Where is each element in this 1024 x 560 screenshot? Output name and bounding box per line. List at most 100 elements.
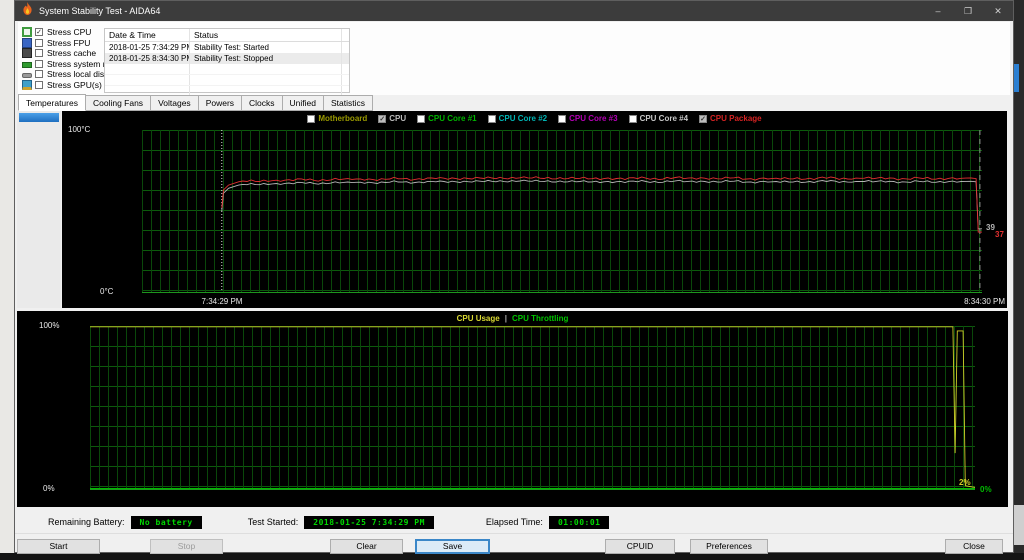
separator-line [15, 533, 1013, 534]
legend-item-cpu-core-3: CPU Core #3 [558, 114, 618, 123]
tabstrip: Temperatures Cooling Fans Voltages Powers Cl… [18, 94, 374, 111]
series-end-value-cpu: 39 [986, 222, 995, 232]
chart-canvas [90, 326, 976, 489]
tab-statistics[interactable]: Statistics [324, 95, 374, 111]
maximize-button[interactable]: ❐ [953, 1, 983, 21]
title-separator: | [504, 314, 507, 323]
tab-unified[interactable]: Unified [282, 95, 325, 111]
cell-spacer [342, 42, 349, 53]
desktop-light-block [1014, 505, 1024, 545]
log-table[interactable]: Date & Time Status 2018-01-25 7:34:29 PM St… [104, 28, 350, 108]
legend-label: CPU [389, 114, 407, 123]
series-title-cpu-throttling: CPU Throttling [511, 314, 569, 323]
cell-spacer [342, 53, 349, 64]
series-end-value-cpu-throttling: 0% [980, 484, 992, 494]
tab-cooling-fans[interactable]: Cooling Fans [85, 95, 152, 111]
table-row-empty [105, 75, 349, 86]
cell-spacer [342, 75, 349, 85]
desktop-blue-accent [1014, 64, 1019, 92]
save-button[interactable]: Save [415, 538, 490, 554]
stress-label: Stress GPU(s) [47, 79, 102, 90]
clear-button[interactable]: Clear [330, 538, 403, 554]
remaining-battery-label: Remaining Battery: [48, 517, 125, 527]
column-header-status: Status [190, 29, 342, 41]
legend-checkbox-cpu-core-3[interactable] [558, 114, 567, 123]
cache-icon [22, 48, 32, 59]
tab-powers[interactable]: Powers [198, 95, 243, 111]
stress-label: Stress local disks [47, 69, 113, 80]
test-started-label: Test Started: [247, 517, 299, 527]
checkbox-stress-local-disks[interactable] [35, 70, 43, 79]
minimize-button[interactable]: – [923, 1, 953, 21]
checkbox-stress-system-memory[interactable] [35, 59, 43, 68]
elapsed-time-label: Elapsed Time: [485, 517, 543, 527]
legend-label: CPU Package [710, 114, 762, 123]
tab-temperatures[interactable]: Temperatures [18, 94, 86, 111]
temperature-plot: 39 37 [142, 130, 1004, 293]
legend-label: CPU Core #1 [428, 114, 477, 123]
table-row[interactable]: 2018-01-25 7:34:29 PM Stability Test: Sta… [105, 42, 349, 53]
fpu-icon [22, 37, 32, 48]
cpu-usage-plot: 2% 0% [90, 326, 992, 494]
taskbar [0, 553, 1024, 560]
y-axis-max-label: 100°C [68, 125, 91, 134]
x-tick-end: 8:34:30 PM [964, 297, 1005, 306]
y-axis-min-label: 0°C [100, 287, 114, 296]
tab-voltages[interactable]: Voltages [151, 95, 199, 111]
cell-datetime [105, 64, 190, 74]
checkbox-stress-gpu-s[interactable] [35, 80, 43, 89]
button-row: Start Stop Clear Save CPUID Preferences Close [15, 538, 1013, 554]
legend-item-cpu-package: CPU Package [699, 114, 762, 123]
titlebar[interactable]: System Stability Test - AIDA64 – ❐ ✕ [15, 1, 1013, 21]
legend-checkbox-cpu-core-2[interactable] [487, 114, 496, 123]
chart-left-gutter [17, 111, 61, 308]
log-table-header: Date & Time Status [105, 29, 349, 42]
checkbox-stress-fpu[interactable] [35, 38, 43, 47]
cpu-usage-chart: CPU Usage | CPU Throttling 100% 0% 2% 0% [17, 311, 1008, 507]
close-window-button[interactable]: ✕ [983, 1, 1013, 21]
series-title-cpu-usage: CPU Usage [456, 314, 500, 323]
cell-status: Stability Test: Started [190, 42, 342, 53]
checkbox-stress-cpu[interactable] [35, 28, 43, 37]
legend-checkbox-cpu-package[interactable] [699, 114, 708, 123]
stress-label: Stress FPU [47, 37, 91, 48]
preferences-button[interactable]: Preferences [690, 538, 768, 554]
cell-datetime: 2018-01-25 7:34:29 PM [105, 42, 190, 53]
legend-checkbox-motherboard[interactable] [307, 114, 316, 123]
tab-clocks[interactable]: Clocks [242, 95, 283, 111]
test-started-value: 2018-01-25 7:34:29 PM [304, 515, 434, 529]
stop-button: Stop [150, 538, 223, 554]
legend-label: CPU Core #3 [569, 114, 618, 123]
column-header-date-time: Date & Time [105, 29, 190, 41]
cpuid-button[interactable]: CPUID [605, 538, 675, 554]
cell-datetime: 2018-01-25 8:34:30 PM [105, 53, 190, 64]
legend-checkbox-cpu-core-1[interactable] [417, 114, 426, 123]
table-row[interactable]: 2018-01-25 8:34:30 PM Stability Test: Sto… [105, 53, 349, 64]
legend-item-cpu-core-1: CPU Core #1 [417, 114, 477, 123]
legend-item-cpu-core-4: CPU Core #4 [628, 114, 688, 123]
y-axis-min-label: 0% [43, 484, 55, 493]
gpu-icon [22, 79, 32, 90]
scrollbar-thumb[interactable] [19, 113, 59, 122]
elapsed-time-value: 01:00:01 [548, 515, 610, 529]
stress-label: Stress CPU [47, 27, 92, 38]
cpu-icon [22, 27, 32, 38]
window-title: System Stability Test - AIDA64 [39, 6, 161, 16]
start-button[interactable]: Start [17, 538, 100, 554]
checkbox-stress-cache[interactable] [35, 49, 43, 58]
disk-icon [22, 73, 32, 79]
aida64-flame-icon [22, 2, 33, 20]
close-button[interactable]: Close [945, 538, 1003, 554]
series-end-value-cpu-package: 37 [995, 230, 1004, 240]
legend-checkbox-cpu[interactable] [378, 114, 387, 123]
cell-status [190, 64, 342, 74]
table-row-empty [105, 64, 349, 75]
memory-icon [22, 61, 32, 68]
cell-status: Stability Test: Stopped [190, 53, 342, 64]
legend-checkbox-cpu-core-4[interactable] [628, 114, 637, 123]
stress-label: Stress cache [47, 48, 97, 59]
stability-test-window: System Stability Test - AIDA64 – ❐ ✕ Str… [14, 0, 1014, 554]
legend-item-cpu: CPU [378, 114, 406, 123]
legend-item-cpu-core-2: CPU Core #2 [487, 114, 547, 123]
cell-datetime [105, 75, 190, 85]
